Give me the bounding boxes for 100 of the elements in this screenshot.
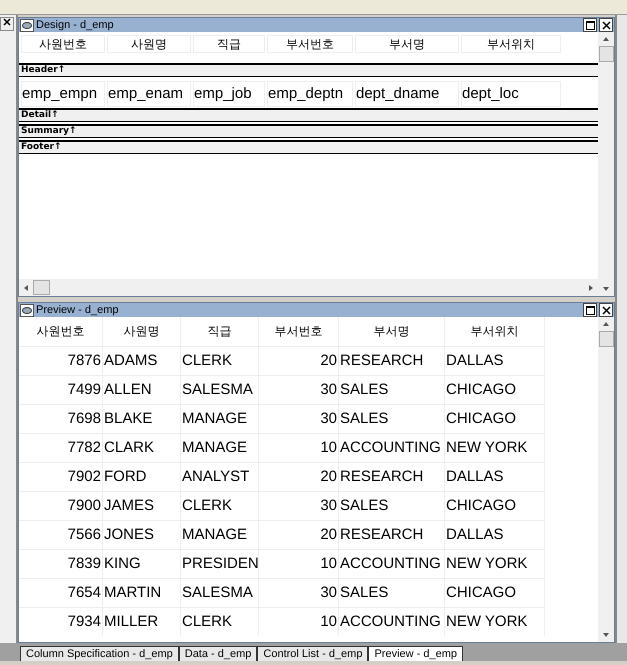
table-cell: CLERK [181,347,259,375]
table-cell: CLERK [181,608,259,636]
scroll-thumb[interactable] [33,280,50,295]
table-cell: CLARK [103,434,181,462]
table-cell: MANAGE [181,434,259,462]
column-header: 사원번호 [19,317,103,346]
scroll-thumb[interactable] [598,46,614,62]
column-header: 부서명 [355,35,459,53]
column-header: 부서번호 [259,317,339,346]
table-cell: DALLAS [445,521,545,549]
table-cell: 20 [259,521,339,549]
table-cell: PRESIDEN [181,550,259,578]
scroll-up-icon[interactable] [602,35,610,43]
table-cell: 10 [259,550,339,578]
scroll-right-icon[interactable] [587,284,595,292]
field-cell: emp_enam [107,80,191,106]
scroll-thumb[interactable] [598,331,614,347]
scroll-down-icon[interactable] [602,631,610,639]
window-title: Preview - d_emp [36,304,119,316]
table-cell: 10 [259,608,339,636]
table-cell: 30 [259,492,339,520]
table-cell: 7934 [19,608,103,636]
table-cell: 30 [259,376,339,404]
band-bar: Summary↑ [19,124,598,138]
table-cell: ACCOUNTING [339,550,445,578]
table-cell: RESEARCH [339,347,445,375]
horizontal-scrollbar[interactable] [19,279,598,296]
table-cell: ACCOUNTING [339,434,445,462]
table-cell: 30 [259,579,339,607]
table-cell: RESEARCH [339,463,445,491]
maximize-button[interactable] [583,303,597,317]
table-cell: JAMES [103,492,181,520]
table-cell: DALLAS [445,347,545,375]
table-cell: 7499 [19,376,103,404]
band-bar: Header↑ [19,63,598,77]
field-cell: emp_deptn [267,80,353,106]
scroll-down-icon[interactable] [602,285,610,293]
table-cell: 7900 [19,492,103,520]
column-header: 사원명 [103,317,181,346]
field-cell: emp_empn [21,80,105,106]
table-cell: JONES [103,521,181,549]
table-cell: 30 [259,405,339,433]
table-cell: DALLAS [445,463,545,491]
scroll-left-icon[interactable] [22,284,30,292]
table-cell: ADAMS [103,347,181,375]
vertical-scrollbar[interactable] [598,32,614,296]
table-cell: CHICAGO [445,405,545,433]
close-button[interactable] [599,18,613,32]
table-cell: CHICAGO [445,376,545,404]
table-cell: 7654 [19,579,103,607]
table-cell: 7698 [19,405,103,433]
table-cell: SALES [339,579,445,607]
table-cell: 7876 [19,347,103,375]
table-cell: RESEARCH [339,521,445,549]
field-cell: dept_dname [355,80,459,106]
table-cell: SALES [339,492,445,520]
tab[interactable]: Column Specification - d_emp [20,646,179,661]
table-cell: 20 [259,463,339,491]
band-bar: Detail↑ [19,108,598,122]
table-cell: SALES [339,376,445,404]
band-bar: Footer↑ [19,140,598,154]
maximize-button[interactable] [583,18,597,32]
window-title: Design - d_emp [36,19,114,31]
column-header: 부서위치 [445,317,545,346]
table-cell: MILLER [103,608,181,636]
table-cell: CHICAGO [445,492,545,520]
vertical-scrollbar[interactable] [598,317,614,642]
table-cell: BLAKE [103,405,181,433]
table-cell: CLERK [181,492,259,520]
table-cell: ALLEN [103,376,181,404]
field-cell: dept_loc [461,80,561,106]
column-header: 직급 [181,317,259,346]
close-icon[interactable] [0,17,14,31]
column-header: 사원명 [107,35,191,53]
tab[interactable]: Data - d_emp [178,646,258,661]
table-cell: MANAGE [181,521,259,549]
field-cell: emp_job [193,80,265,106]
table-cell: 20 [259,347,339,375]
table-cell: 7782 [19,434,103,462]
table-cell: CHICAGO [445,579,545,607]
table-cell: SALESMA [181,579,259,607]
close-button[interactable] [599,303,613,317]
table-cell: 10 [259,434,339,462]
table-cell: KING [103,550,181,578]
tab[interactable]: Preview - d_emp [368,646,463,661]
table-cell: 7902 [19,463,103,491]
table-cell: MANAGE [181,405,259,433]
scroll-up-icon[interactable] [602,320,610,328]
table-cell: SALESMA [181,376,259,404]
column-header: 직급 [193,35,265,53]
tab[interactable]: Control List - d_emp [257,646,368,661]
table-cell: SALES [339,405,445,433]
column-header: 사원번호 [21,35,105,53]
table-cell: 7566 [19,521,103,549]
table-cell: NEW YORK [445,434,545,462]
table-cell: ACCOUNTING [339,608,445,636]
table-cell: FORD [103,463,181,491]
table-cell: 7839 [19,550,103,578]
table-cell: NEW YORK [445,550,545,578]
table-cell: NEW YORK [445,608,545,636]
